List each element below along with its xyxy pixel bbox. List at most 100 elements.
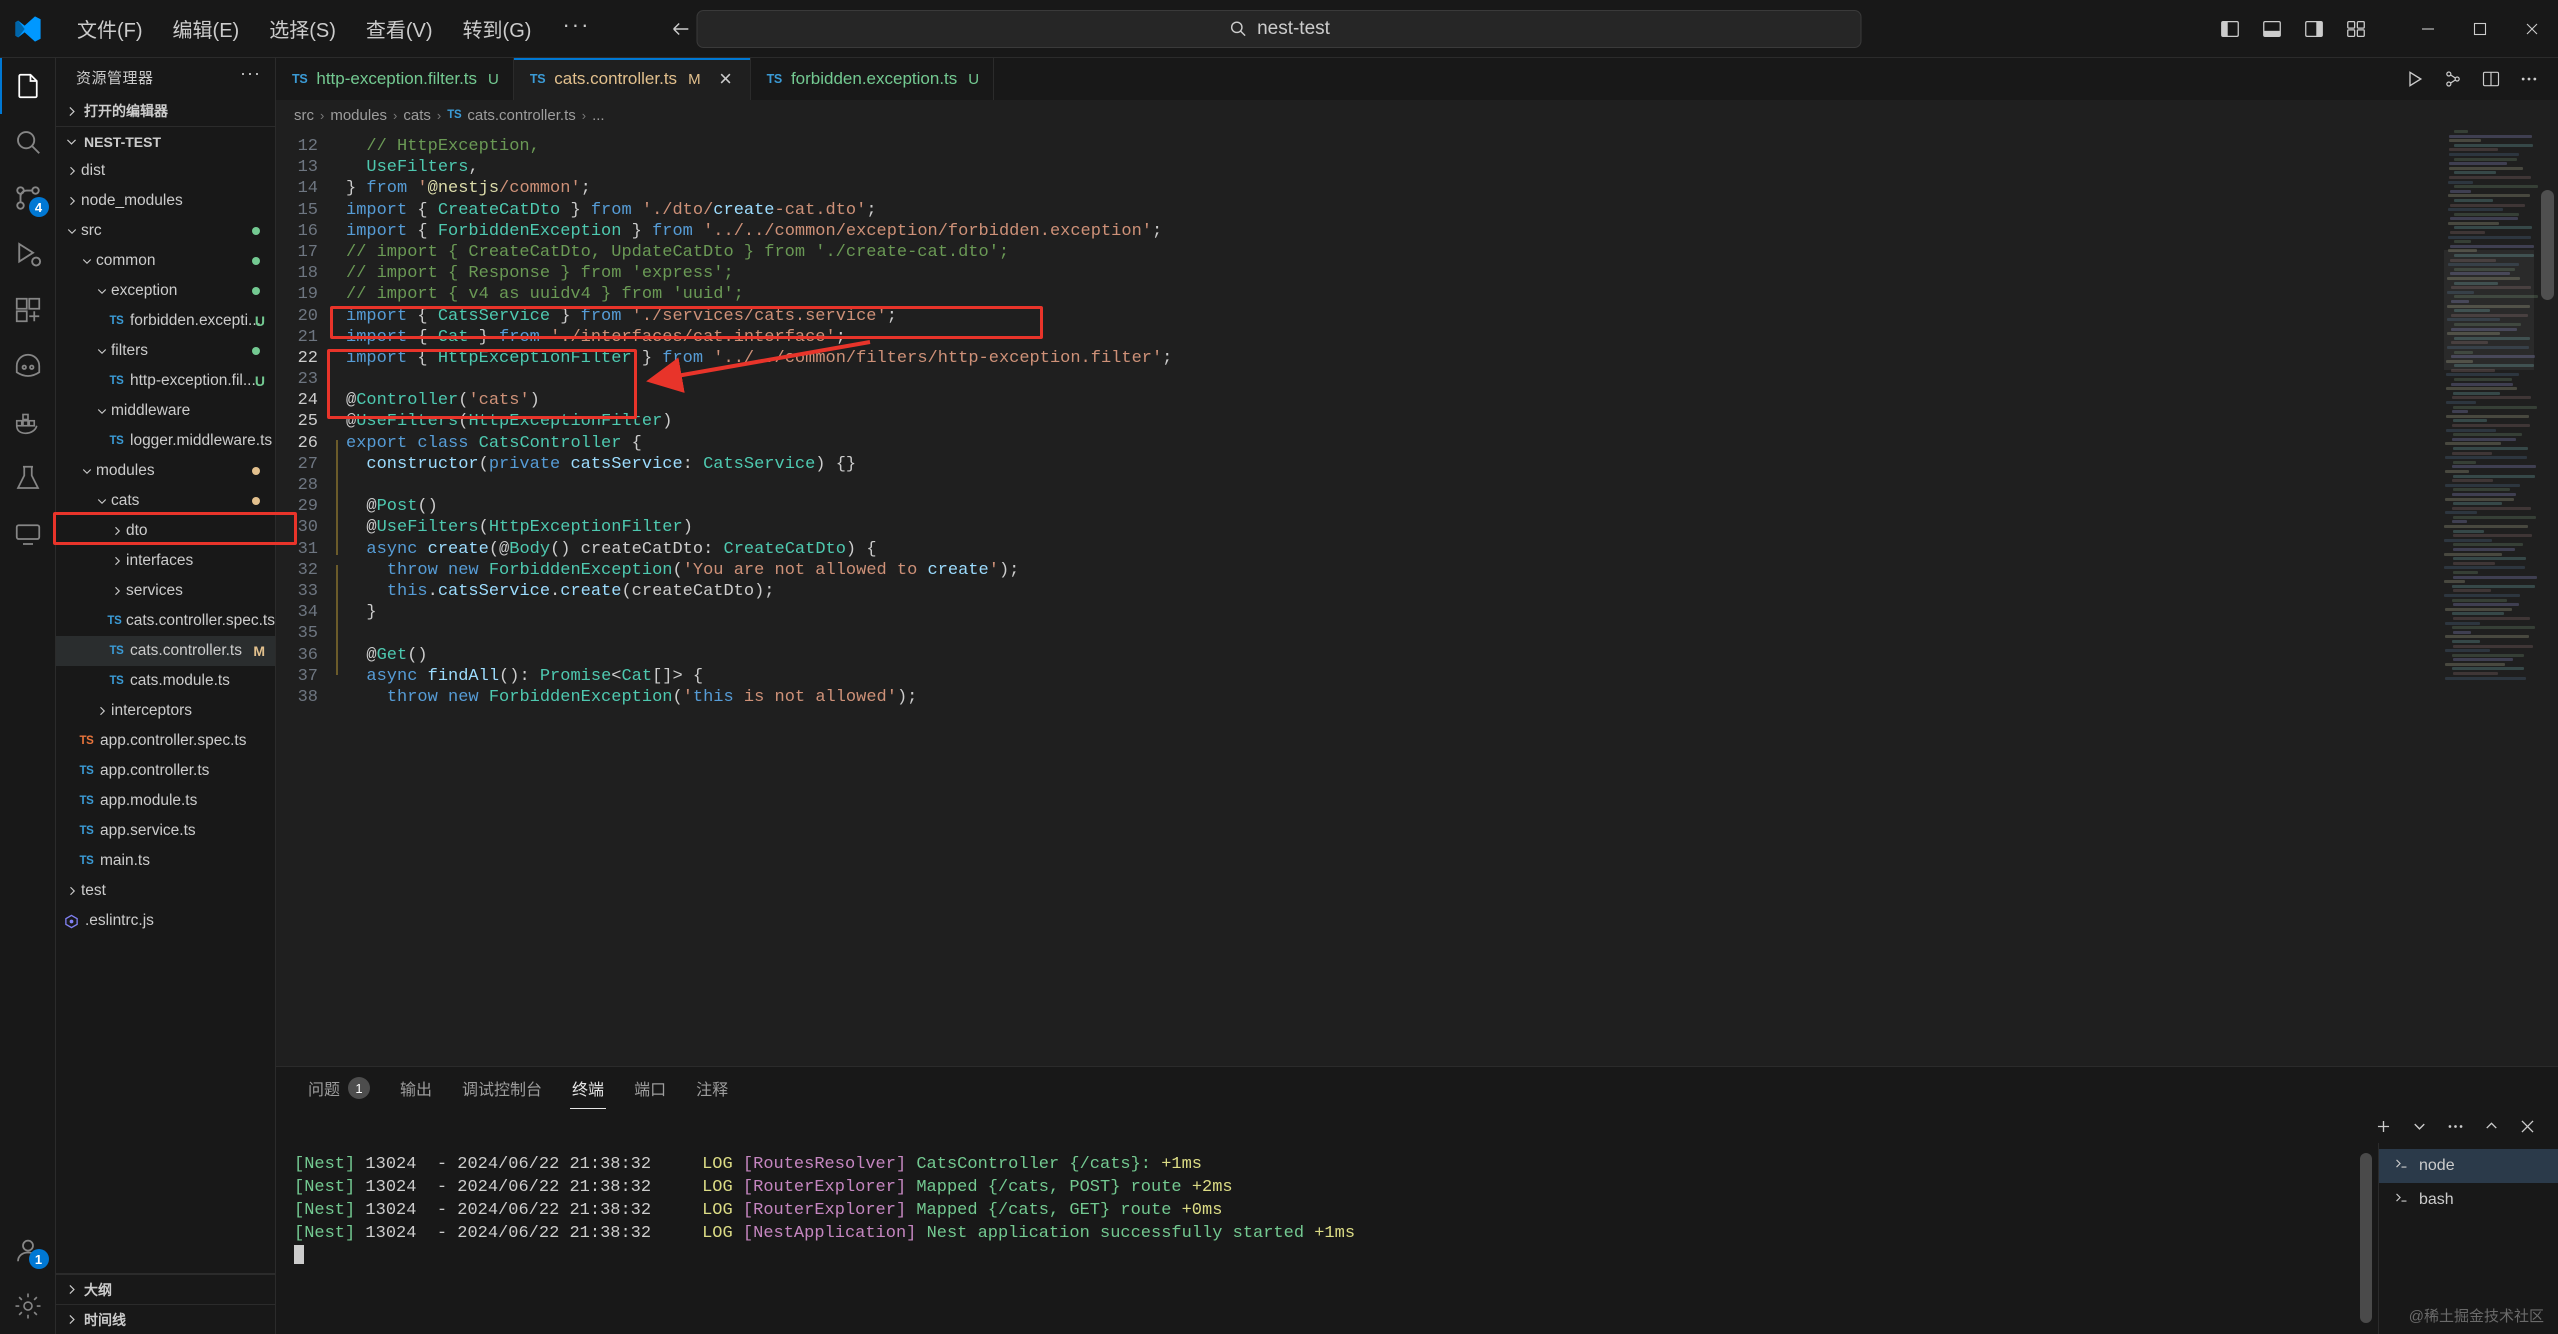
tree-item-logger-middleware-ts[interactable]: TS logger.middleware.ts [56,426,275,456]
code-line[interactable] [346,623,2558,644]
section-timeline[interactable]: 时间线 [56,1304,275,1334]
code-line[interactable]: // import { CreateCatDto, UpdateCatDto }… [346,242,2558,263]
more-actions-icon[interactable] [2512,62,2546,96]
code-line[interactable]: import { CreateCatDto } from './dto/cre… [346,200,2558,221]
code-line[interactable]: @Get() [346,645,2558,666]
tree-item-http-exception-fil-[interactable]: TS http-exception.fil... U [56,366,275,396]
code-line[interactable]: throw new ForbiddenException('this is n… [346,687,2558,708]
editor-vertical-scrollbar[interactable] [2541,190,2554,300]
editor-tabs[interactable]: TS http-exception.filter.ts U TS cats.contro… [276,58,2558,100]
terminal-instance-node[interactable]: node [2379,1149,2558,1183]
panel-tab-端口[interactable]: 端口 [622,1067,678,1109]
tree-item-forbidden-excepti-[interactable]: TS forbidden.excepti... U [56,306,275,336]
close-button[interactable] [2506,0,2558,58]
section-project-root[interactable]: NEST-TEST [56,126,275,156]
maximize-panel-icon[interactable] [2474,1109,2508,1143]
code-line[interactable]: // HttpException, [346,136,2558,157]
editor-tab-http-exception-filter-ts[interactable]: TS http-exception.filter.ts U [276,58,514,100]
activitybar-explorer[interactable] [0,58,56,114]
tree-item-interfaces[interactable]: interfaces [56,546,275,576]
activitybar-extensions[interactable] [0,282,56,338]
tree-item-dto[interactable]: dto [56,516,275,546]
code-content[interactable]: // HttpException, UseFilters,} from '@n… [346,130,2558,1066]
tree-item--eslintrc-js[interactable]: .eslintrc.js [56,906,275,936]
terminal-instance-bash[interactable]: bash [2379,1183,2558,1217]
tree-item-interceptors[interactable]: interceptors [56,696,275,726]
sidebar-more-button[interactable]: ··· [234,63,267,92]
folding-indicators[interactable] [332,130,346,1066]
breadcrumb[interactable]: src › modules › cats › TS cats.controller.ts ›..… [276,100,2558,130]
panel-tab-问题[interactable]: 问题 1 [296,1067,382,1109]
code-line[interactable]: } [346,602,2558,623]
code-line[interactable]: // import { v4 as uuidv4 } from 'uuid'; [346,284,2558,305]
activitybar-source-control[interactable]: 4 [0,170,56,226]
tree-item-app-controller-spec-ts[interactable]: TS app.controller.spec.ts [56,726,275,756]
toggle-primary-sidebar-icon[interactable] [2210,11,2250,47]
close-tab-icon[interactable]: × [716,68,736,90]
tree-item-exception[interactable]: exception [56,276,275,306]
terminal-dropdown-icon[interactable] [2402,1109,2436,1143]
terminal-scrollbar[interactable] [2360,1153,2372,1323]
tree-item-app-module-ts[interactable]: TS app.module.ts [56,786,275,816]
tree-item-modules[interactable]: modules [56,456,275,486]
panel-tab-输出[interactable]: 输出 [388,1067,444,1109]
tree-item-node-modules[interactable]: node_modules [56,186,275,216]
tree-item-main-ts[interactable]: TS main.ts [56,846,275,876]
section-open-editors[interactable]: 打开的编辑器 [56,96,275,126]
breadcrumb-item[interactable]: ... [592,107,605,124]
section-outline[interactable]: 大纲 [56,1274,275,1304]
split-editor-icon[interactable] [2474,62,2508,96]
code-line[interactable]: import { HttpExceptionFilter } from '..… [346,348,2558,369]
tree-item-filters[interactable]: filters [56,336,275,366]
tree-item-cats-module-ts[interactable]: TS cats.module.ts [56,666,275,696]
code-line[interactable]: async create(@Body() createCatDto: Creat… [346,539,2558,560]
tree-item-common[interactable]: common [56,246,275,276]
menu-goto[interactable]: 转到(G) [450,9,545,48]
code-line[interactable]: constructor(private catsService: CatsSer… [346,454,2558,475]
code-line[interactable]: @UseFilters(HttpExceptionFilter) [346,517,2558,538]
customize-layout-icon[interactable] [2336,11,2376,47]
panel-tabs[interactable]: 问题 1 输出 调试控制台 终端 端口 注释 [276,1067,2558,1109]
tree-item-test[interactable]: test [56,876,275,906]
code-line[interactable]: UseFilters, [346,157,2558,178]
panel-tab-调试控制台[interactable]: 调试控制台 [450,1067,554,1109]
tree-item-middleware[interactable]: middleware [56,396,275,426]
activitybar-search[interactable] [0,114,56,170]
code-line[interactable]: import { CatsService } from './services… [346,306,2558,327]
code-line[interactable]: @UseFilters(HttpExceptionFilter) [346,411,2558,432]
run-icon[interactable] [2398,62,2432,96]
tree-item-dist[interactable]: dist [56,156,275,186]
activitybar-settings[interactable] [0,1278,56,1334]
code-editor[interactable]: 12 13 14 15 16 17 18 19 20 21 22 23 24 25 26 27 28 29 30 31… [276,130,2558,1066]
tree-item-cats[interactable]: cats [56,486,275,516]
code-line[interactable]: throw new ForbiddenException('You are n… [346,560,2558,581]
code-line[interactable] [346,475,2558,496]
code-line[interactable]: import { ForbiddenException } from '../… [346,221,2558,242]
close-panel-icon[interactable] [2510,1109,2544,1143]
activitybar-copilot[interactable] [0,338,56,394]
activitybar-run-debug[interactable] [0,226,56,282]
editor-tab-forbidden-exception-ts[interactable]: TS forbidden.exception.ts U [751,58,995,100]
menu-view[interactable]: 查看(V) [353,9,446,48]
menu-more-button[interactable]: ··· [548,10,604,48]
activitybar-remote-explorer[interactable] [0,506,56,562]
tree-item-app-service-ts[interactable]: TS app.service.ts [56,816,275,846]
toggle-secondary-sidebar-icon[interactable] [2294,11,2334,47]
code-line[interactable]: } from '@nestjs/common'; [346,178,2558,199]
back-arrow-icon[interactable] [664,12,698,46]
breadcrumb-item[interactable]: src [294,107,314,124]
tree-item-cats-controller-spec-ts[interactable]: TS cats.controller.spec.ts [56,606,275,636]
minimize-button[interactable] [2402,0,2454,58]
code-line[interactable]: this.catsService.create(createCatDto); [346,581,2558,602]
activitybar-accounts[interactable]: 1 [0,1222,56,1278]
tree-item-src[interactable]: src [56,216,275,246]
menu-edit[interactable]: 编辑(E) [160,9,253,48]
toggle-panel-icon[interactable] [2252,11,2292,47]
activitybar-testing[interactable] [0,450,56,506]
panel-more-actions-icon[interactable] [2438,1109,2472,1143]
editor-tab-cats-controller-ts[interactable]: TS cats.controller.ts M × [514,58,751,100]
tree-item-services[interactable]: services [56,576,275,606]
maximize-button[interactable] [2454,0,2506,58]
panel-tab-终端[interactable]: 终端 [560,1067,616,1109]
new-terminal-icon[interactable] [2366,1109,2400,1143]
